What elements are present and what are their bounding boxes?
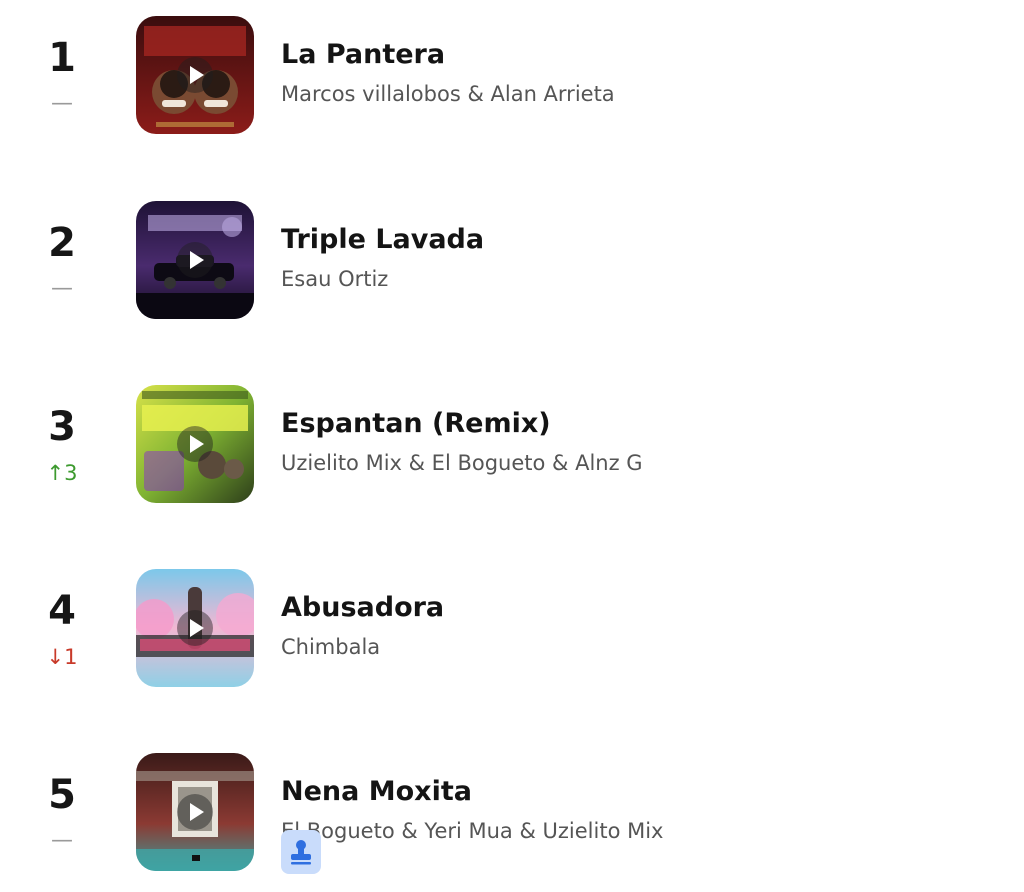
- play-icon: [190, 619, 204, 637]
- play-icon: [190, 66, 204, 84]
- song-title[interactable]: Nena Moxita: [281, 775, 472, 809]
- rank-number: 5: [48, 772, 76, 818]
- artist-name[interactable]: Esau Ortiz: [281, 265, 388, 293]
- rank-number: 3: [48, 404, 76, 450]
- artist-name[interactable]: El Bogueto & Yeri Mua & Uzielito Mix: [281, 817, 663, 845]
- play-button[interactable]: [177, 794, 213, 830]
- artist-name[interactable]: Marcos villalobos & Alan Arrieta: [281, 80, 615, 108]
- play-button[interactable]: [177, 57, 213, 93]
- rank-change-indicator: ↑3: [46, 461, 78, 485]
- chart-row-3[interactable]: 3 ↑3 Espantan (Remix) Uzielito Mix & El …: [0, 381, 1024, 511]
- rank-change-indicator: —: [51, 91, 73, 116]
- play-icon: [190, 251, 204, 269]
- chart-row-2[interactable]: 2 — Triple Lavada Esau Ortiz: [0, 197, 1024, 327]
- chart-row-5[interactable]: 5 — Nena Moxita El Bogueto & Yeri Mua & …: [0, 749, 1024, 879]
- album-cover[interactable]: [136, 753, 254, 871]
- artist-name[interactable]: Uzielito Mix & El Bogueto & Alnz G: [281, 449, 643, 477]
- album-cover[interactable]: [136, 201, 254, 319]
- stamp-badge[interactable]: [281, 830, 321, 874]
- chart-row-4[interactable]: 4 ↓1 Abusadora Chimbala: [0, 565, 1024, 695]
- rank-change-indicator: —: [51, 276, 73, 301]
- rank-number: 1: [48, 35, 76, 81]
- artist-name[interactable]: Chimbala: [281, 633, 380, 661]
- rank-change-indicator: ↓1: [46, 645, 78, 669]
- rank-number: 4: [48, 588, 76, 634]
- play-icon: [190, 435, 204, 453]
- album-cover[interactable]: [136, 385, 254, 503]
- stamp-icon: [291, 840, 311, 865]
- play-button[interactable]: [177, 610, 213, 646]
- song-title[interactable]: Triple Lavada: [281, 223, 484, 257]
- chart-row-1[interactable]: 1 — La Pantera Marcos villalobos & Alan …: [0, 12, 1024, 142]
- play-button[interactable]: [177, 426, 213, 462]
- play-button[interactable]: [177, 242, 213, 278]
- album-cover[interactable]: [136, 569, 254, 687]
- song-title[interactable]: La Pantera: [281, 38, 445, 72]
- album-cover[interactable]: [136, 16, 254, 134]
- play-icon: [190, 803, 204, 821]
- chart-list: 1 — La Pantera Marcos villalobos & Alan …: [0, 0, 1024, 892]
- song-title[interactable]: Abusadora: [281, 591, 444, 625]
- rank-number: 2: [48, 220, 76, 266]
- song-title[interactable]: Espantan (Remix): [281, 407, 551, 441]
- rank-change-indicator: —: [51, 828, 73, 853]
